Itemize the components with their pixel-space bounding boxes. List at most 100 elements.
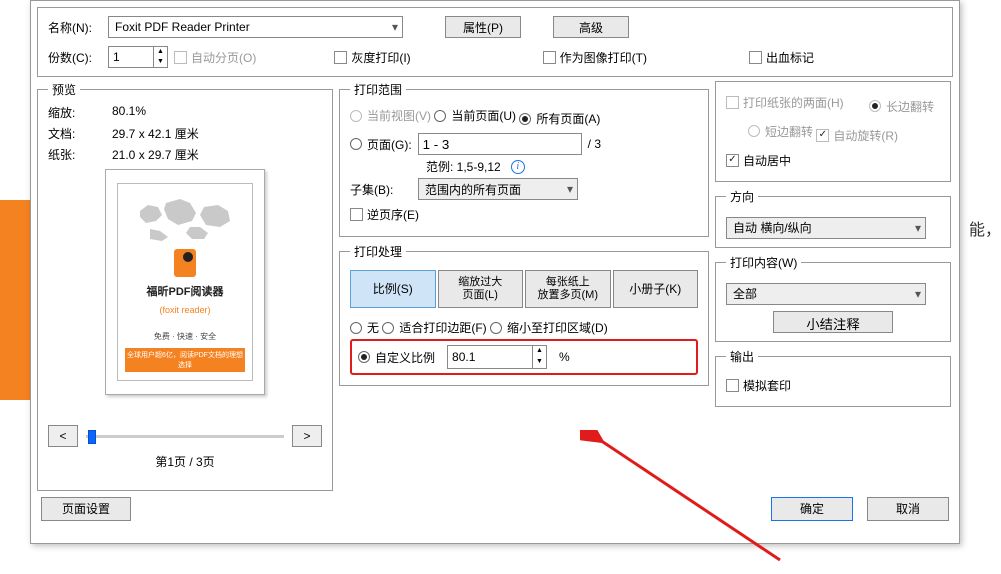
bleed-marks-label: 出血标记 [766,49,814,66]
preview-tagline: 免费 · 快速 · 安全 [154,331,216,342]
preview-prev-button[interactable]: < [48,425,78,447]
scale-shrink-radio[interactable]: 缩小至打印区域(D) [490,319,608,336]
preview-slider[interactable] [86,435,284,438]
printer-name-label: 名称(N): [48,19,102,36]
tab-multiple[interactable]: 每张纸上放置多页(M) [525,270,611,308]
bg-text: 能， [969,216,1001,240]
grayscale-checkbox[interactable]: 灰度打印(I) [334,49,410,66]
preview-pager: 第1页 / 3页 [48,453,322,470]
preview-panel: 预览 缩放: 80.1% 文档: 29.7 x 42.1 厘米 纸张: 21.0… [37,81,333,491]
print-as-image-label: 作为图像打印(T) [560,49,647,66]
custom-scale-up[interactable]: ▲ [533,346,546,357]
foxit-logo-icon [174,249,196,277]
content-select[interactable]: 全部 [726,283,926,305]
tab-tile[interactable]: 缩放过大页面(L) [438,270,524,308]
range-pages-input[interactable] [418,133,582,155]
print-handling-fieldset: 打印处理 比例(S) 缩放过大页面(L) 每张纸上放置多页(M) 小册子(K) … [339,243,709,386]
paper-options-fieldset: 打印纸张的两面(H) 长边翻转 短边翻转 自动旋转(R) 自动居中 [715,81,951,182]
duplex-checkbox: 打印纸张的两面(H) [726,94,844,111]
orientation-select[interactable]: 自动 横向/纵向 [726,217,926,239]
page-setup-button[interactable]: 页面设置 [41,497,131,521]
print-dialog: 名称(N): Foxit PDF Reader Printer 属性(P) 高级… [30,0,960,544]
auto-center-checkbox[interactable]: 自动居中 [726,152,791,169]
print-range-legend: 打印范围 [350,81,406,98]
copies-input[interactable] [109,47,153,67]
main-area: 预览 缩放: 80.1% 文档: 29.7 x 42.1 厘米 纸张: 21.0… [31,81,959,491]
advanced-button[interactable]: 高级 [553,16,629,38]
reverse-order-checkbox[interactable]: 逆页序(E) [350,206,419,223]
range-current-page-radio[interactable]: 当前页面(U) [434,107,516,124]
cancel-button[interactable]: 取消 [867,497,949,521]
grayscale-label: 灰度打印(I) [351,49,410,66]
subset-select[interactable]: 范围内的所有页面 [418,178,578,200]
zoom-value: 80.1% [112,104,322,121]
print-as-image-checkbox[interactable]: 作为图像打印(T) [543,49,647,66]
highlight-box: 自定义比例 ▲▼ % [350,339,698,375]
range-pages-total: / 3 [588,137,601,151]
custom-scale-input[interactable] [448,346,532,368]
scale-fit-label: 适合打印边距(F) [399,319,486,336]
range-current-page-label: 当前页面(U) [451,107,516,124]
tab-booklet[interactable]: 小册子(K) [613,270,699,308]
scale-custom-label: 自定义比例 [375,349,435,366]
printer-select[interactable]: Foxit PDF Reader Printer [108,16,403,38]
tab-scale[interactable]: 比例(S) [350,270,436,308]
preview-next-button[interactable]: > [292,425,322,447]
doc-size-value: 29.7 x 42.1 厘米 [112,125,322,142]
simulate-overprint-checkbox[interactable]: 模拟套印 [726,377,791,394]
scale-shrink-label: 缩小至打印区域(D) [507,319,608,336]
paper-size-label: 纸张: [48,146,112,163]
collate-checkbox: 自动分页(O) [174,49,256,66]
range-all-pages-label: 所有页面(A) [536,110,600,127]
auto-center-label: 自动居中 [743,152,791,169]
subset-label: 子集(B): [350,181,412,198]
copies-down[interactable]: ▼ [154,57,167,67]
duplex-label: 打印纸张的两面(H) [743,94,844,111]
copies-spinner[interactable]: ▲▼ [108,46,168,68]
long-edge-radio: 长边翻转 [869,98,934,115]
preview-legend: 预览 [48,81,80,98]
doc-size-label: 文档: [48,125,112,142]
copies-up[interactable]: ▲ [154,47,167,57]
short-edge-radio: 短边翻转 [748,123,813,140]
collate-label: 自动分页(O) [191,49,256,66]
long-edge-label: 长边翻转 [886,98,934,115]
orientation-legend: 方向 [726,188,758,205]
ok-button[interactable]: 确定 [771,497,853,521]
preview-brand-en: (foxit reader) [159,305,210,315]
top-area: 名称(N): Foxit PDF Reader Printer 属性(P) 高级… [37,7,953,77]
range-all-pages-radio[interactable]: 所有页面(A) [519,110,600,127]
preview-bar: 全球用户超6亿，阅读PDF文档的理想选择 [125,348,245,372]
orientation-fieldset: 方向 自动 横向/纵向 [715,188,951,248]
subset-value: 范围内的所有页面 [425,181,521,198]
copies-label: 份数(C): [48,49,102,66]
preview-slider-thumb[interactable] [88,430,96,444]
summarize-comments-button[interactable]: 小结注释 [773,311,893,333]
info-icon[interactable]: i [511,160,525,174]
world-map-icon [130,193,240,243]
scale-none-label: 无 [367,319,379,336]
print-range-fieldset: 打印范围 当前视图(V) 当前页面(U) 所有页面(A) 页面(G): / 3 … [339,81,709,237]
reverse-order-label: 逆页序(E) [367,206,419,223]
range-pages-radio[interactable]: 页面(G): [350,136,412,153]
content-value: 全部 [733,285,757,302]
orientation-value: 自动 横向/纵向 [733,219,812,236]
scale-custom-radio[interactable]: 自定义比例 [358,349,435,366]
custom-scale-spinner[interactable]: ▲▼ [447,345,547,369]
range-example: 范例: 1,5-9,12 [426,158,501,175]
paper-size-value: 21.0 x 29.7 厘米 [112,146,322,163]
auto-rotate-label: 自动旋转(R) [833,127,898,144]
scale-fit-radio[interactable]: 适合打印边距(F) [382,319,486,336]
scale-none-radio[interactable]: 无 [350,319,379,336]
print-content-legend: 打印内容(W) [726,254,801,271]
bleed-marks-checkbox[interactable]: 出血标记 [749,49,814,66]
printer-select-value: Foxit PDF Reader Printer [115,20,250,34]
preview-paper: 福昕PDF阅读器 (foxit reader) 免费 · 快速 · 安全 全球用… [105,169,265,395]
zoom-label: 缩放: [48,104,112,121]
range-current-view-radio: 当前视图(V) [350,107,431,124]
preview-page: 福昕PDF阅读器 (foxit reader) 免费 · 快速 · 安全 全球用… [117,183,253,381]
properties-button[interactable]: 属性(P) [445,16,521,38]
print-content-fieldset: 打印内容(W) 全部 小结注释 [715,254,951,342]
preview-brand-cn: 福昕PDF阅读器 [147,283,224,299]
custom-scale-down[interactable]: ▼ [533,357,546,368]
